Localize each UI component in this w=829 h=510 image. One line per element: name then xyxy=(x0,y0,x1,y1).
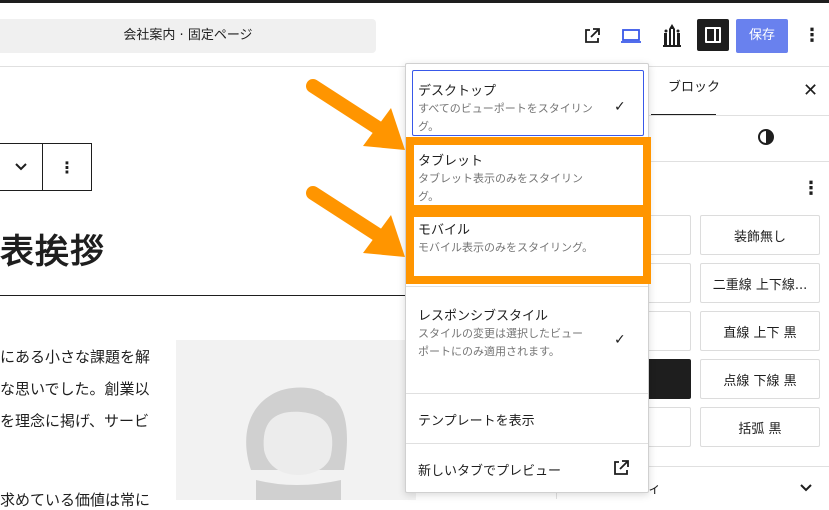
external-link-icon[interactable] xyxy=(578,22,606,50)
contrast-icon[interactable] xyxy=(757,128,775,150)
avatar-placeholder-image[interactable] xyxy=(176,340,416,500)
menu-item-responsive-style[interactable]: レスポンシブスタイル xyxy=(418,305,548,324)
external-link-icon xyxy=(612,459,630,481)
save-button[interactable]: 保存 xyxy=(736,19,788,53)
style-option[interactable]: 点線 下線 黒 xyxy=(700,359,820,399)
menu-item-show-template[interactable]: テンプレートを表示 xyxy=(418,410,535,429)
highlight-box-mobile xyxy=(406,209,651,284)
style-option[interactable]: 二重線 上下線... xyxy=(700,263,820,303)
style-option[interactable]: 装飾無し xyxy=(700,215,820,255)
document-title-bar[interactable]: 会社案内 · 固定ページ xyxy=(0,19,376,53)
panel-options-icon[interactable]: ⋮ xyxy=(802,178,820,199)
tab-block[interactable]: ブロック xyxy=(668,76,720,95)
block-toolbar: ⋮ xyxy=(0,143,92,191)
paragraph-line[interactable]: 求めている価値は常に xyxy=(0,489,150,510)
highlight-box-tablet xyxy=(406,137,651,213)
settings-sidebar-toggle[interactable] xyxy=(697,19,729,51)
divider xyxy=(406,286,648,287)
site-logo-icon[interactable] xyxy=(658,22,686,50)
desktop-preview-icon[interactable] xyxy=(617,22,645,50)
arrow-annotation xyxy=(306,79,405,150)
panel-title-fragment: ィ xyxy=(648,482,662,497)
arrow-annotation xyxy=(306,186,405,257)
options-menu-icon[interactable]: ⋮ xyxy=(800,22,824,50)
paragraph-line[interactable]: にある小さな課題を解 xyxy=(0,346,150,367)
check-icon: ✓ xyxy=(614,99,626,115)
close-icon[interactable]: ✕ xyxy=(803,80,818,101)
menu-item-preview-new-tab[interactable]: 新しいタブでプレビュー xyxy=(418,460,561,479)
chevron-down-icon[interactable] xyxy=(0,144,43,190)
style-option[interactable]: 括弧 黒 xyxy=(700,407,820,447)
check-icon: ✓ xyxy=(614,332,626,348)
separator xyxy=(0,295,420,296)
menu-item-desktop[interactable]: デスクトップ xyxy=(418,80,496,99)
divider xyxy=(406,443,648,444)
paragraph-line[interactable]: な思いでした。創業以 xyxy=(0,378,150,399)
editor-header: 会社案内 · 固定ページ 保存 ⋮ xyxy=(0,3,829,67)
divider xyxy=(406,393,648,394)
menu-item-desc: すべてのビューポートをスタイリング。 xyxy=(418,102,593,133)
paragraph-line[interactable]: を理念に掲げ、サービ xyxy=(0,410,149,431)
style-option[interactable]: 直線 上下 黒 xyxy=(700,311,820,351)
page-heading[interactable]: 表挨拶 xyxy=(0,224,105,273)
menu-item-desc: スタイルの変更は選択したビューポートにのみ適用されます。 xyxy=(418,327,583,358)
sidebar-panel-icon xyxy=(705,27,721,43)
block-options-icon[interactable]: ⋮ xyxy=(43,144,91,190)
chevron-down-icon[interactable] xyxy=(799,478,813,497)
